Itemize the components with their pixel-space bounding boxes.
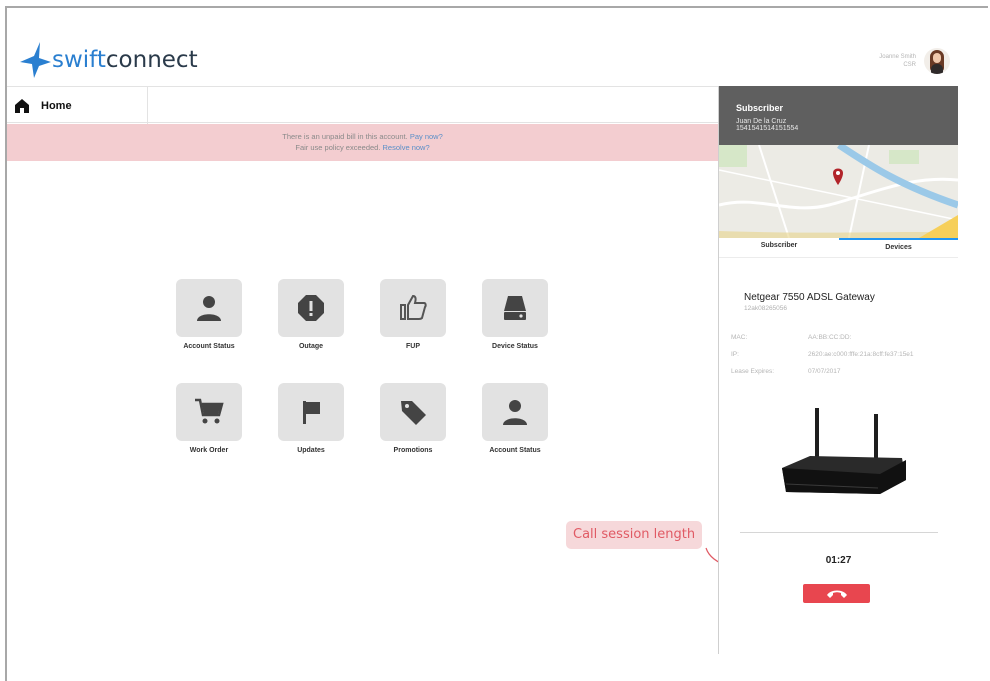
device-id: 12ak08265056	[744, 305, 788, 312]
user-name: Joanne Smith	[879, 54, 916, 60]
tile-label: Account Status	[489, 447, 541, 454]
device-name: Netgear 7550 ADSL Gateway	[744, 292, 875, 303]
field-key: IP:	[731, 351, 739, 358]
top-nav: Home	[7, 86, 718, 124]
tile-label: Work Order	[189, 447, 229, 454]
tile-label: FUP	[406, 343, 420, 350]
field-value: 07/07/2017	[808, 368, 841, 375]
subscriber-number: 1541541514151554	[736, 125, 799, 132]
tile-device-status[interactable]: Device Status	[482, 279, 548, 350]
subscriber-map[interactable]	[719, 145, 958, 238]
person-icon	[197, 296, 221, 321]
device-image	[740, 388, 938, 533]
person-icon	[503, 400, 527, 425]
router-icon	[782, 408, 906, 494]
subscriber-title: Subscriber	[736, 103, 784, 113]
app-logo[interactable]: swiftconnect	[18, 40, 198, 80]
tab-devices[interactable]: Devices	[839, 238, 958, 258]
pay-now-link[interactable]: Pay now?	[410, 132, 443, 141]
subscriber-header: Subscriber Juan De la Cruz 1541541514151…	[719, 86, 958, 145]
alert-unpaid-text: There is an unpaid bill in this account.	[282, 132, 408, 141]
tile-account-status[interactable]: Account Status	[176, 279, 242, 350]
tile-label: Account Status	[183, 343, 235, 350]
avatar[interactable]	[924, 48, 950, 74]
cart-icon	[195, 398, 224, 424]
tile-label: Outage	[298, 343, 324, 350]
nav-home-label: Home	[41, 99, 72, 112]
user-role: CSR	[903, 62, 916, 68]
nav-home[interactable]: Home	[7, 87, 148, 124]
tile-promotions[interactable]: Promotions	[380, 383, 446, 454]
panel-tabs: Subscriber Devices	[719, 238, 958, 258]
star-logo-icon	[20, 42, 51, 78]
logo-text: swiftconnect	[52, 47, 198, 73]
home-icon	[15, 98, 29, 113]
tile-work-order[interactable]: Work Order	[176, 383, 242, 454]
field-value: AA:BB:CC:DD:	[808, 334, 852, 341]
field-value: 2620:ae:c000:fffe:21a:8cff:fe37:15e1	[808, 351, 914, 358]
call-session-annotation: Call session length	[566, 521, 703, 549]
field-key: MAC:	[731, 334, 748, 341]
resolve-now-link[interactable]: Resolve now?	[383, 143, 430, 152]
field-key: Lease Expires:	[731, 368, 774, 375]
tile-outage[interactable]: Outage	[278, 279, 344, 350]
tile-account-status-2[interactable]: Account Status	[482, 383, 548, 454]
alert-octagon-icon	[298, 295, 324, 321]
tile-updates[interactable]: Updates	[278, 383, 344, 454]
alert-banner: There is an unpaid bill in this account.…	[7, 124, 718, 161]
map-graphic	[719, 145, 958, 238]
alert-fup-text: Fair use policy exceeded.	[295, 143, 381, 152]
thumbs-up-icon	[400, 294, 427, 320]
call-timer: 01:27	[825, 555, 852, 566]
tag-icon	[401, 401, 426, 425]
tile-label: Device Status	[492, 343, 538, 350]
user-menu[interactable]: Joanne Smith CSR	[879, 48, 950, 74]
tile-label: Updates	[297, 447, 325, 454]
hard-drive-icon	[504, 296, 526, 320]
phone-hangup-icon	[826, 590, 847, 598]
tile-label: Promotions	[393, 447, 433, 454]
tab-subscriber[interactable]: Subscriber	[719, 238, 839, 258]
flag-icon	[303, 401, 320, 424]
tile-fup[interactable]: FUP	[380, 279, 446, 350]
hang-up-button[interactable]	[803, 584, 870, 603]
subscriber-name: Juan De la Cruz	[736, 118, 787, 125]
subscriber-panel: Subscriber Juan De la Cruz 1541541514151…	[718, 86, 958, 654]
